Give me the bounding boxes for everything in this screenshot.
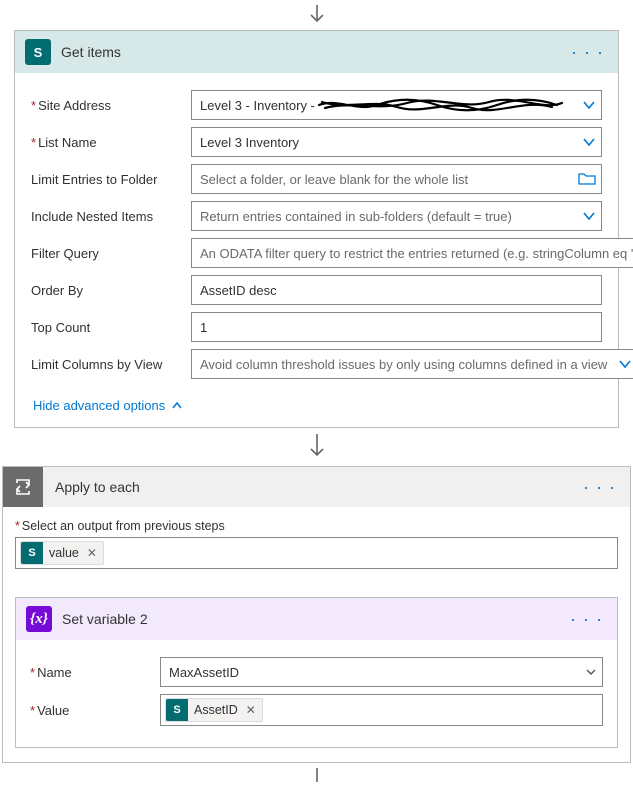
row-nested: Include Nested Items Return entries cont… (31, 201, 602, 231)
hide-advanced-link[interactable]: Hide advanced options (33, 398, 183, 413)
chevron-down-icon[interactable] (585, 666, 597, 678)
chevron-down-icon[interactable] (582, 98, 596, 112)
set-variable-header[interactable]: {x} Set variable 2 · · · (16, 598, 617, 640)
get-items-header[interactable]: S Get items · · · (15, 31, 618, 73)
apply-to-each-card: Apply to each · · · *Select an output fr… (2, 466, 631, 763)
apply-to-each-header[interactable]: Apply to each · · · (3, 467, 630, 507)
select-output-label: Select an output from previous steps (22, 519, 225, 533)
chevron-down-icon[interactable] (618, 357, 632, 371)
label-topcount: Top Count (31, 320, 90, 335)
limit-folder-input[interactable]: Select a folder, or leave blank for the … (191, 164, 602, 194)
row-list-name: *List Name Level 3 Inventory (31, 127, 602, 157)
nested-input[interactable]: Return entries contained in sub-folders … (191, 201, 602, 231)
flow-arrow-bottom (0, 763, 633, 787)
token-label: AssetID (194, 703, 238, 717)
list-name-input[interactable]: Level 3 Inventory (191, 127, 602, 157)
apply-to-each-body: *Select an output from previous steps S … (3, 507, 630, 762)
label-nested: Include Nested Items (31, 209, 153, 224)
label-filter: Filter Query (31, 246, 99, 261)
row-filter: Filter Query An ODATA filter query to re… (31, 238, 602, 268)
control-loop-icon (3, 467, 43, 507)
chevron-down-icon[interactable] (582, 209, 596, 223)
limitcols-input[interactable]: Avoid column threshold issues by only us… (191, 349, 633, 379)
row-site-address: *Site Address Level 3 - Inventory - (31, 90, 602, 120)
apply-to-each-menu-button[interactable]: · · · (579, 477, 620, 498)
topcount-input[interactable]: 1 (191, 312, 602, 342)
chevron-up-icon (171, 400, 183, 412)
set-variable-menu-button[interactable]: · · · (566, 609, 607, 630)
var-name-select[interactable]: MaxAssetID (160, 657, 603, 687)
sharepoint-icon: S (21, 542, 43, 564)
set-variable-body: *Name MaxAssetID *Value S (16, 640, 617, 747)
flow-arrow-top (0, 0, 633, 30)
label-limit-folder: Limit Entries to Folder (31, 172, 157, 187)
token-remove-icon[interactable]: ✕ (246, 703, 256, 717)
label-site-address: Site Address (38, 98, 111, 113)
label-list-name: List Name (38, 135, 97, 150)
redacted-scribble (317, 96, 567, 114)
row-var-value: *Value S AssetID ✕ (30, 694, 603, 726)
row-limit-folder: Limit Entries to Folder Select a folder,… (31, 164, 602, 194)
get-items-body: *Site Address Level 3 - Inventory - *Lis… (15, 73, 618, 427)
folder-picker-icon[interactable] (578, 172, 596, 186)
label-var-value: Value (37, 703, 69, 718)
row-orderby: Order By AssetID desc (31, 275, 602, 305)
label-limitcols: Limit Columns by View (31, 357, 162, 372)
sharepoint-icon: S (166, 699, 188, 721)
site-address-input[interactable]: Level 3 - Inventory - (191, 90, 602, 120)
apply-to-each-title: Apply to each (55, 479, 579, 495)
label-orderby: Order By (31, 283, 83, 298)
token-label: value (49, 546, 79, 560)
row-topcount: Top Count 1 (31, 312, 602, 342)
set-variable-title: Set variable 2 (62, 611, 556, 627)
token-remove-icon[interactable]: ✕ (87, 546, 97, 560)
orderby-input[interactable]: AssetID desc (191, 275, 602, 305)
var-value-input[interactable]: S AssetID ✕ (160, 694, 603, 726)
select-output-input[interactable]: S value ✕ (15, 537, 618, 569)
row-limitcols: Limit Columns by View Avoid column thres… (31, 349, 602, 379)
set-variable-card: {x} Set variable 2 · · · *Name MaxAssetI… (15, 597, 618, 748)
row-var-name: *Name MaxAssetID (30, 657, 603, 687)
flow-arrow-mid (0, 428, 633, 466)
token-value[interactable]: S value ✕ (20, 541, 104, 565)
token-assetid[interactable]: S AssetID ✕ (165, 698, 263, 722)
get-items-card: S Get items · · · *Site Address Level 3 … (14, 30, 619, 428)
filter-input[interactable]: An ODATA filter query to restrict the en… (191, 238, 633, 268)
get-items-title: Get items (61, 44, 557, 60)
get-items-menu-button[interactable]: · · · (567, 42, 608, 63)
chevron-down-icon[interactable] (582, 135, 596, 149)
label-var-name: Name (37, 665, 72, 680)
sharepoint-icon: S (25, 39, 51, 65)
variable-icon: {x} (26, 606, 52, 632)
